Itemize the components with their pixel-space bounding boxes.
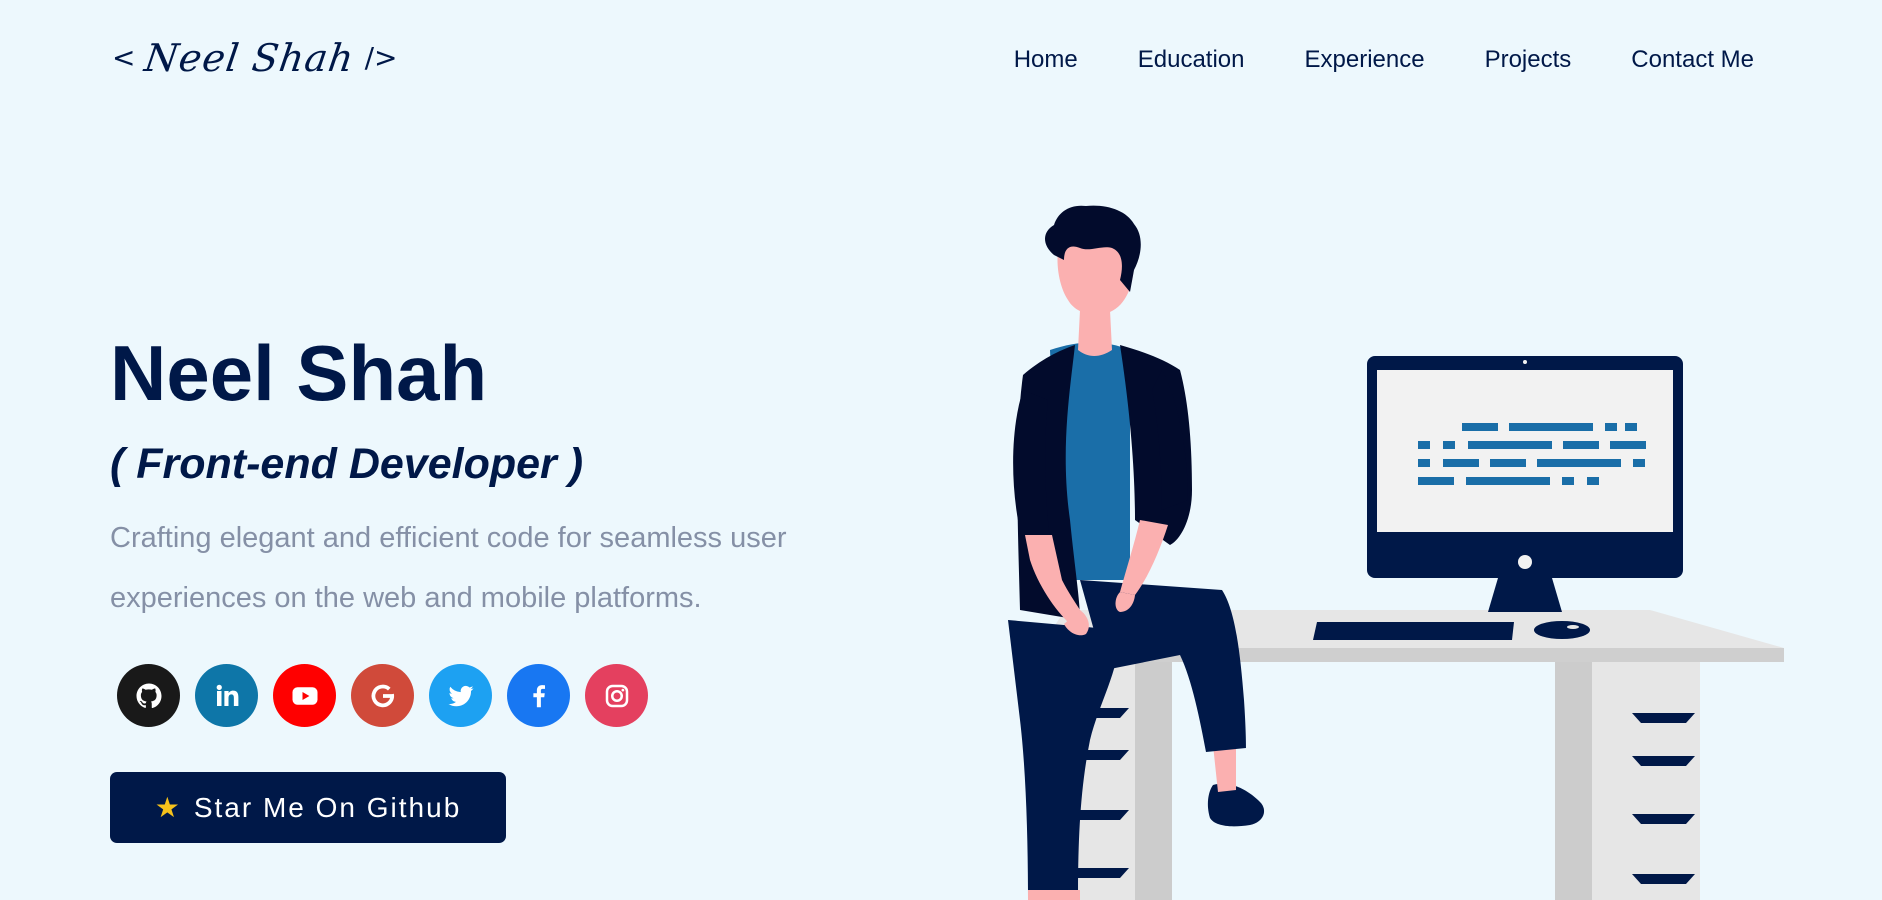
site-logo[interactable]: < Neel Shah /> [112,36,397,80]
nav-home[interactable]: Home [1014,46,1078,74]
github-link[interactable] [117,664,180,727]
twitter-link[interactable] [429,664,492,727]
linkedin-icon [216,684,238,706]
logo-close-bracket: /> [364,41,398,74]
nav-contact-me[interactable]: Contact Me [1631,46,1754,74]
github-icon [136,683,162,708]
nav-education[interactable]: Education [1138,46,1245,74]
star-on-github-button[interactable]: ★ Star Me On Github [110,772,506,843]
portfolio-page: < Neel Shah /> Home Education Experience… [0,0,1882,900]
youtube-icon [292,686,317,705]
instagram-link[interactable] [585,664,648,727]
developer-desk-illustration [1008,205,1784,900]
nav-experience[interactable]: Experience [1305,46,1425,74]
google-link[interactable] [351,664,414,727]
google-icon [371,684,394,707]
main-nav: Home Education Experience Projects Conta… [1014,46,1754,74]
hero-role: ( Front-end Developer ) [110,440,584,488]
facebook-link[interactable] [507,664,570,727]
star-on-github-label: Star Me On Github [193,791,462,823]
hero-description: Crafting elegant and efficient code for … [110,522,787,614]
facebook-icon [532,684,545,707]
monitor [1313,356,1683,640]
linkedin-link[interactable] [195,664,258,727]
logo-name: Neel Shah [142,36,358,80]
nav-projects[interactable]: Projects [1485,46,1572,74]
logo-open-bracket: < [112,41,136,74]
twitter-icon [448,685,473,706]
youtube-link[interactable] [273,664,336,727]
star-icon: ★ [154,791,180,824]
social-links [117,664,648,727]
hero-name: Neel Shah [110,329,488,417]
instagram-icon [605,684,628,707]
